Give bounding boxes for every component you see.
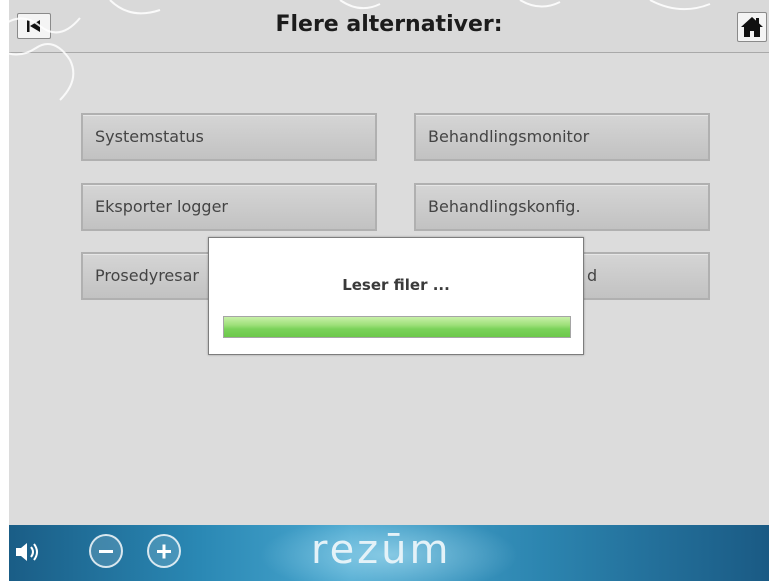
header-bar: Flere alternativer: <box>9 0 769 53</box>
home-button[interactable] <box>737 12 767 42</box>
treatment-monitor-button[interactable]: Behandlingsmonitor <box>414 113 710 161</box>
progress-bar <box>223 316 571 338</box>
plus-icon <box>157 544 171 559</box>
minus-icon <box>99 550 113 553</box>
volume-down-button[interactable] <box>89 534 123 568</box>
system-status-button[interactable]: Systemstatus <box>81 113 377 161</box>
home-icon <box>741 17 763 37</box>
loading-message: Leser filer ... <box>342 276 450 294</box>
progress-fill <box>224 317 570 337</box>
brand-logo: rezūm <box>311 527 452 573</box>
loading-dialog: Leser filer ... <box>208 237 584 355</box>
export-logs-button[interactable]: Eksporter logger <box>81 183 377 231</box>
page-title: Flere alternativer: <box>275 12 503 37</box>
app-screen: Flere alternativer: Systemstatus Behandl… <box>9 0 769 581</box>
volume-up-button[interactable] <box>147 534 181 568</box>
footer-bar: rezūm <box>9 525 769 581</box>
speaker-icon[interactable] <box>13 537 43 567</box>
treatment-config-button[interactable]: Behandlingskonfig. <box>414 183 710 231</box>
